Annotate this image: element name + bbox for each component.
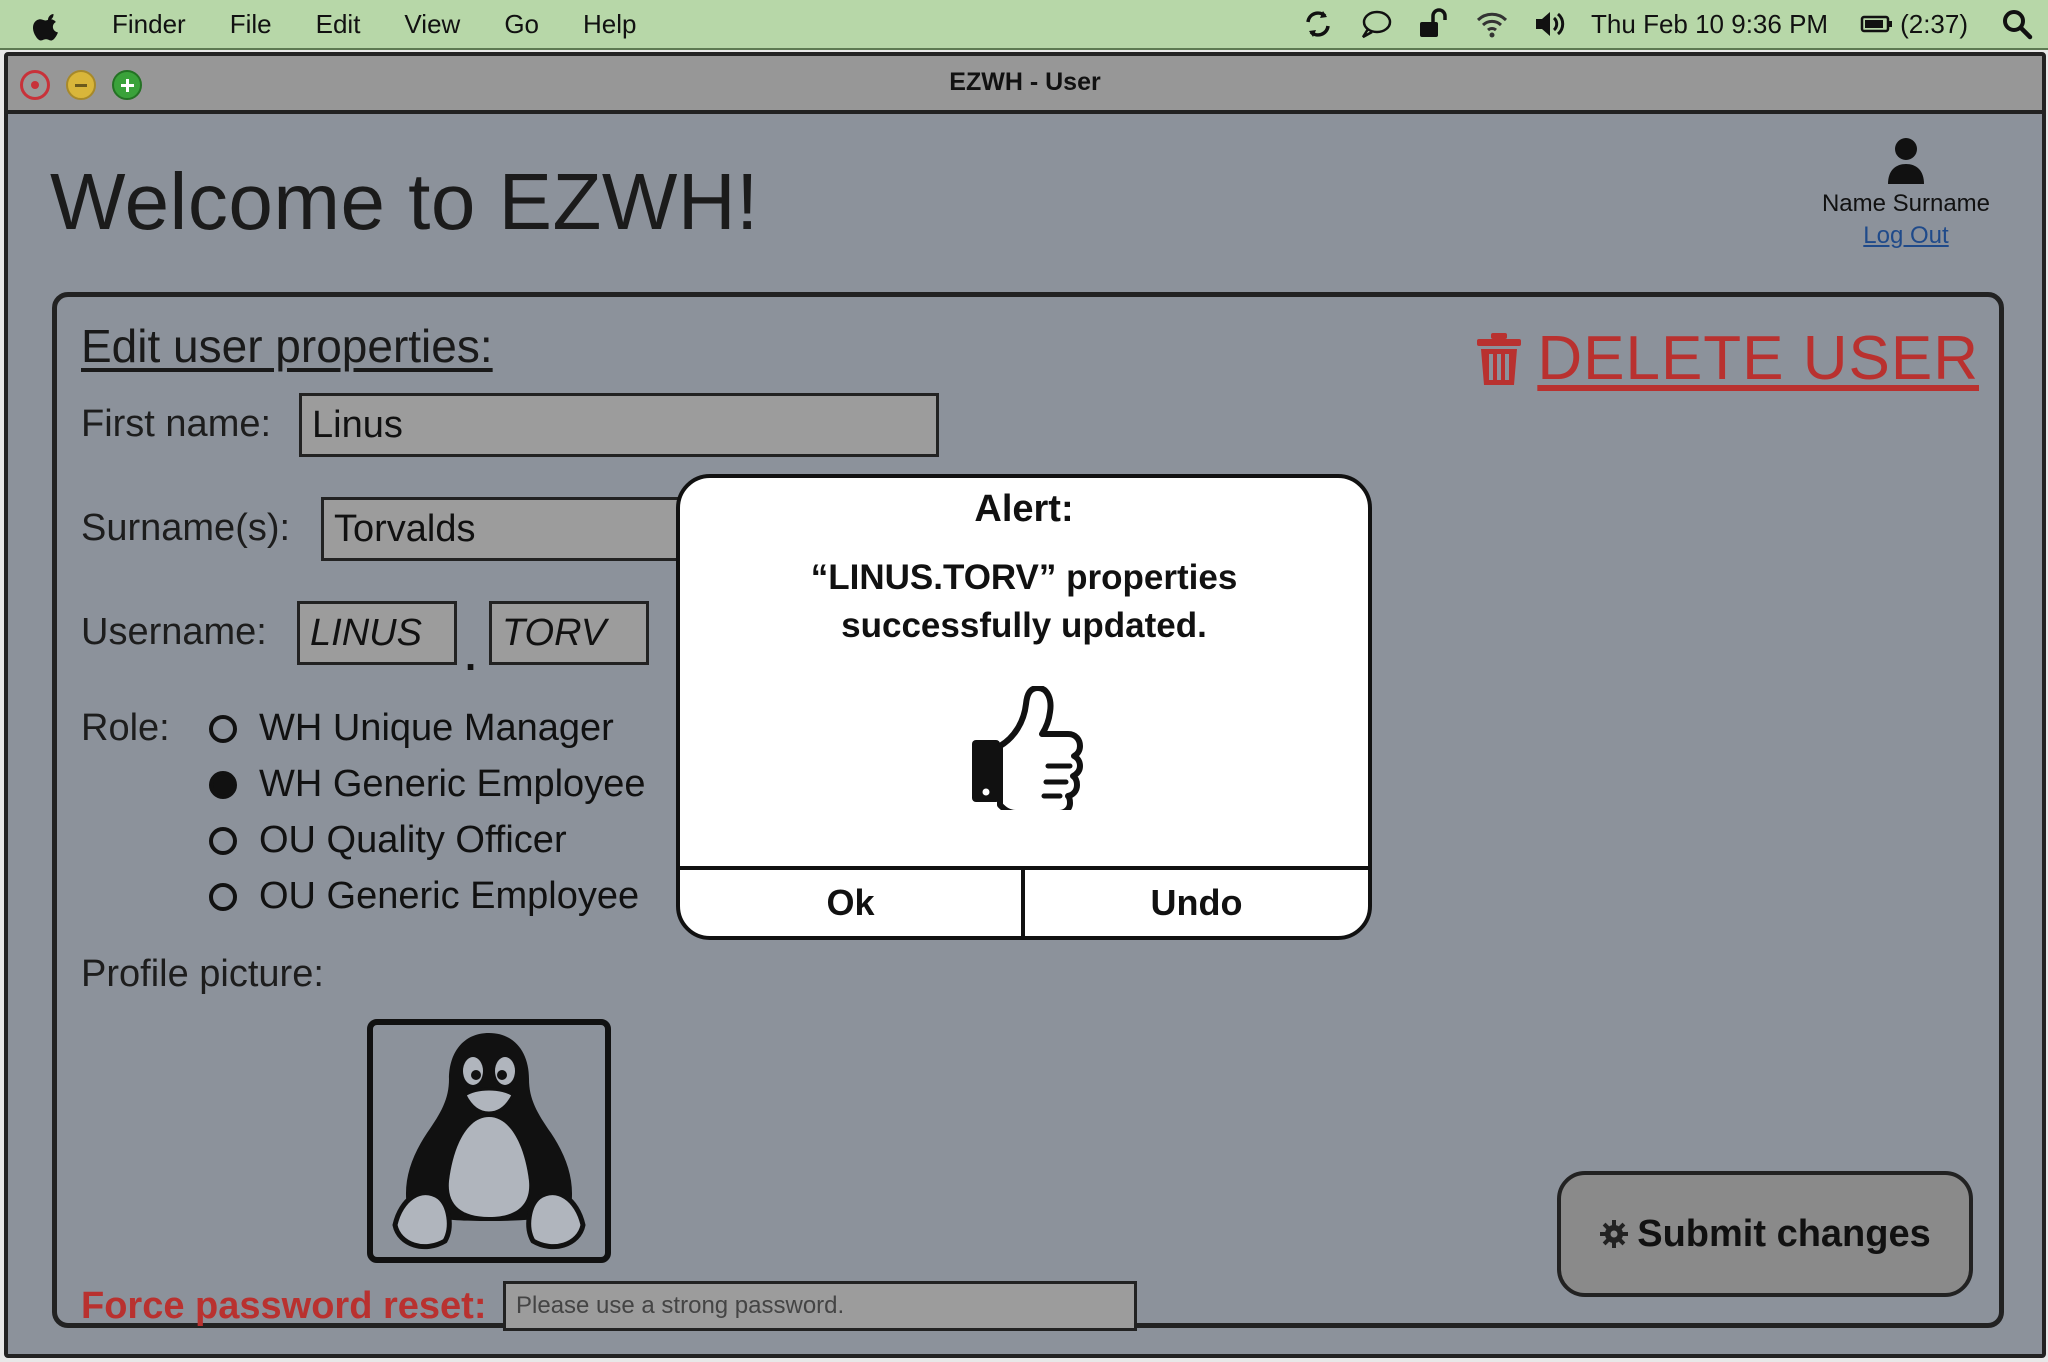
gear-icon	[1600, 1220, 1629, 1248]
first-name-label: First name:	[81, 403, 272, 445]
alert-ok-button[interactable]: Ok	[680, 870, 1025, 936]
window-titlebar[interactable]: EZWH - User	[8, 56, 2042, 114]
window-title: EZWH - User	[949, 68, 1101, 96]
speaker-icon[interactable]	[1533, 7, 1567, 41]
lock-open-icon[interactable]	[1417, 7, 1451, 41]
radio-button[interactable]	[209, 826, 237, 855]
role-label: Role:	[81, 707, 170, 749]
trash-icon	[1477, 332, 1522, 385]
page-title: Welcome to EZWH!	[50, 157, 759, 246]
radio-button[interactable]	[209, 882, 237, 911]
force-password-reset-label: Force password reset:	[81, 1285, 487, 1327]
first-name-input[interactable]: Linus	[299, 393, 939, 457]
user-area: Name Surname Log Out	[1796, 136, 2016, 250]
menu-items: Finder File Edit View Go Help	[112, 0, 680, 48]
battery-time: (2:37)	[1900, 8, 1968, 39]
profile-picture-label: Profile picture:	[81, 953, 324, 995]
logout-link[interactable]: Log Out	[1863, 222, 1948, 250]
role-option-wh-generic-employee[interactable]: WH Generic Employee	[209, 763, 645, 806]
submit-changes-button[interactable]: Submit changes	[1557, 1171, 1973, 1297]
alert-undo-button[interactable]: Undo	[1025, 870, 1368, 936]
search-icon[interactable]	[2000, 7, 2034, 41]
submit-changes-label: Submit changes	[1637, 1212, 1931, 1255]
role-option-ou-generic-employee[interactable]: OU Generic Employee	[209, 875, 639, 918]
panel-title: Edit user properties:	[81, 320, 493, 372]
thumbs-up-icon	[972, 686, 1083, 810]
menu-file[interactable]: File	[230, 9, 272, 40]
profile-picture[interactable]	[367, 1019, 611, 1263]
username-separator: .	[465, 635, 477, 679]
alert-dialog: Alert: “LINUS.TORV” properties successfu…	[676, 474, 1372, 940]
role-option-label: WH Unique Manager	[259, 707, 614, 749]
surname-label: Surname(s):	[81, 507, 291, 549]
apple-logo-icon[interactable]	[32, 10, 64, 42]
menu-help[interactable]: Help	[583, 9, 636, 40]
username-label: Username:	[81, 611, 267, 653]
menu-edit[interactable]: Edit	[316, 9, 361, 40]
role-option-ou-quality-officer[interactable]: OU Quality Officer	[209, 819, 567, 862]
radio-button-selected[interactable]	[209, 770, 237, 799]
battery-icon[interactable]	[1860, 7, 1894, 41]
menu-view[interactable]: View	[404, 9, 460, 40]
delete-user-button[interactable]: DELETE USER	[1475, 323, 1979, 394]
role-option-label: OU Generic Employee	[259, 875, 640, 917]
password-input[interactable]: Please use a strong password.	[503, 1281, 1137, 1331]
delete-user-label: DELETE USER	[1537, 324, 1979, 393]
alert-message: “LINUS.TORV” properties successfully upd…	[810, 558, 1238, 645]
alert-button-row: Ok Undo	[680, 866, 1368, 936]
sync-icon[interactable]	[1301, 7, 1335, 41]
radio-button[interactable]	[209, 714, 237, 743]
user-name: Name Surname	[1821, 190, 1991, 217]
user-avatar-icon	[1888, 138, 1924, 184]
datetime[interactable]: Thu Feb 10 9:36 PM	[1591, 9, 1828, 40]
status-area: Thu Feb 10 9:36 PM (2:37)	[1301, 0, 2048, 48]
wifi-icon[interactable]	[1475, 7, 1509, 41]
menu-go[interactable]: Go	[504, 9, 539, 40]
penguin-avatar-icon	[392, 1033, 586, 1250]
menu-finder[interactable]: Finder	[112, 9, 186, 40]
menu-bar: Finder File Edit View Go Help Thu Feb 10…	[0, 0, 2048, 50]
role-option-wh-unique-manager[interactable]: WH Unique Manager	[209, 707, 614, 750]
surname-input[interactable]: Torvalds	[321, 497, 721, 561]
username-part1-input[interactable]: LINUS	[297, 601, 457, 665]
alert-title: Alert:	[974, 488, 1074, 530]
role-option-label: WH Generic Employee	[259, 763, 646, 805]
role-option-label: OU Quality Officer	[259, 819, 567, 861]
username-part2-input[interactable]: TORV	[489, 601, 649, 665]
chat-bubble-icon[interactable]	[1359, 7, 1393, 41]
